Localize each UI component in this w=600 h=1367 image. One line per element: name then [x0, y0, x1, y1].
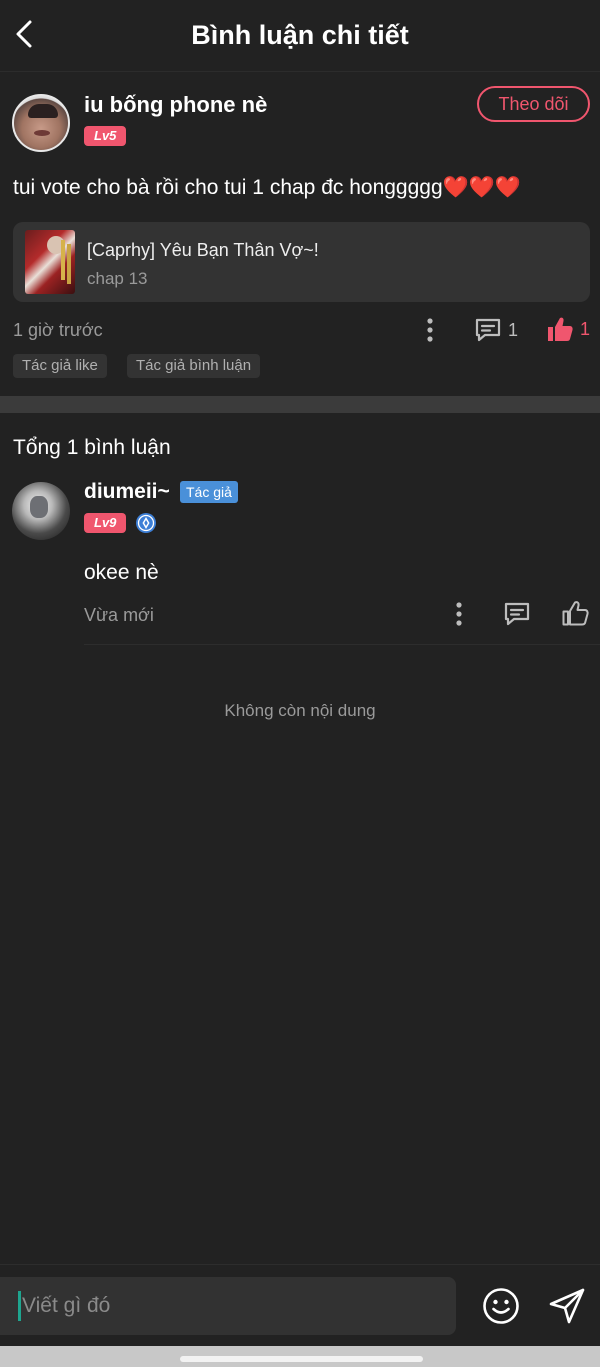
send-icon — [549, 1288, 585, 1324]
thumbs-up-icon — [548, 317, 573, 341]
comment-time: Vừa mới — [84, 605, 154, 625]
text-caret — [18, 1291, 21, 1321]
comic-thumbnail — [25, 230, 75, 294]
comic-card[interactable]: [Caprhy] Yêu Bạn Thân Vợ~! chap 13 — [13, 222, 590, 302]
comment-text: okee nè — [84, 561, 159, 584]
comment-like-button[interactable] — [561, 599, 589, 627]
composer-bar — [0, 1264, 600, 1346]
page-title: Bình luận chi tiết — [191, 20, 409, 50]
post-more-button[interactable] — [420, 316, 440, 344]
comment-icon — [504, 602, 530, 626]
avatar[interactable] — [12, 94, 70, 152]
post-reply-button[interactable]: 1 — [474, 316, 518, 344]
comic-chapter: chap 13 — [87, 269, 148, 288]
comment-reply-button[interactable] — [503, 600, 531, 628]
like-count: 1 — [580, 318, 591, 339]
reply-count: 1 — [508, 319, 519, 340]
comment-icon — [475, 318, 501, 342]
avatar[interactable] — [12, 482, 70, 540]
comment-separator — [84, 644, 600, 645]
list-item: diumeii~ Tác giả Lv9 okee nè Vừa mới — [0, 470, 600, 646]
end-of-content-text: Không còn nội dung — [224, 701, 376, 720]
verified-badge-icon — [136, 513, 156, 533]
tag-author-liked: Tác giả like — [13, 354, 107, 378]
thumbs-up-icon — [562, 601, 589, 626]
level-badge: Lv9 — [84, 513, 127, 533]
emoji-button[interactable] — [482, 1287, 520, 1325]
post-text: tui vote cho bà rồi cho tui 1 chap đc ho… — [13, 176, 522, 199]
more-vertical-icon — [427, 318, 433, 342]
tag-author-commented: Tác giả bình luận — [127, 354, 261, 378]
header-bar: Bình luận chi tiết — [0, 0, 600, 72]
more-vertical-icon — [456, 602, 462, 626]
follow-button[interactable]: Theo dõi — [477, 86, 590, 122]
comments-count-title: Tổng 1 bình luận — [13, 436, 171, 459]
main-post: iu bống phone nè Lv5 Theo dõi tui vote c… — [0, 72, 600, 396]
author-badge: Tác giả — [180, 481, 238, 503]
home-indicator[interactable] — [180, 1356, 423, 1362]
comic-title: [Caprhy] Yêu Bạn Thân Vợ~! — [87, 240, 319, 260]
comment-input[interactable] — [0, 1277, 456, 1335]
post-username[interactable]: iu bống phone nè — [84, 92, 267, 118]
post-like-button[interactable]: 1 — [546, 315, 590, 343]
comment-more-button[interactable] — [449, 600, 469, 628]
comment-username[interactable]: diumeii~ — [84, 480, 170, 504]
emoji-icon — [483, 1288, 519, 1324]
section-divider — [0, 396, 600, 413]
send-button[interactable] — [548, 1287, 586, 1325]
level-badge: Lv5 — [84, 126, 127, 146]
post-time: 1 giờ trước — [13, 320, 103, 340]
